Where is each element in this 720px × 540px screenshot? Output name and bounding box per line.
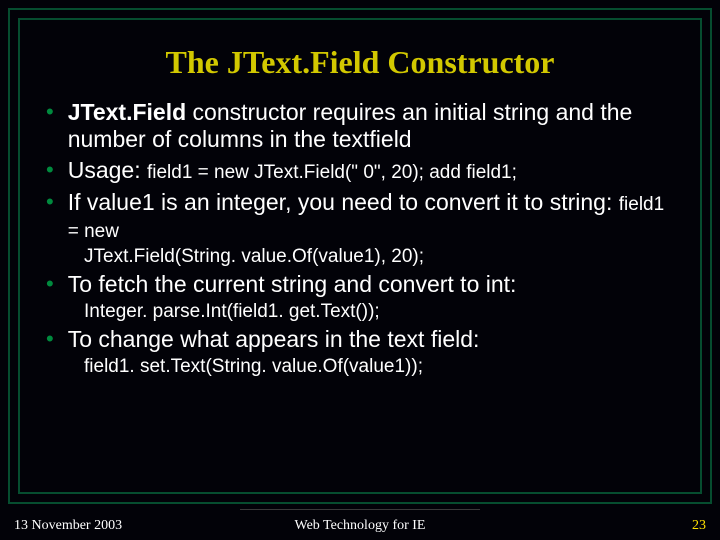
slide: The JText.Field Constructor • JText.Fiel… (0, 0, 720, 540)
footer-rule (240, 509, 480, 510)
footer-date: 13 November 2003 (14, 518, 122, 534)
page-number: 23 (692, 518, 706, 534)
inner-border (18, 18, 702, 494)
footer: 13 November 2003 Web Technology for IE 2… (14, 518, 706, 534)
